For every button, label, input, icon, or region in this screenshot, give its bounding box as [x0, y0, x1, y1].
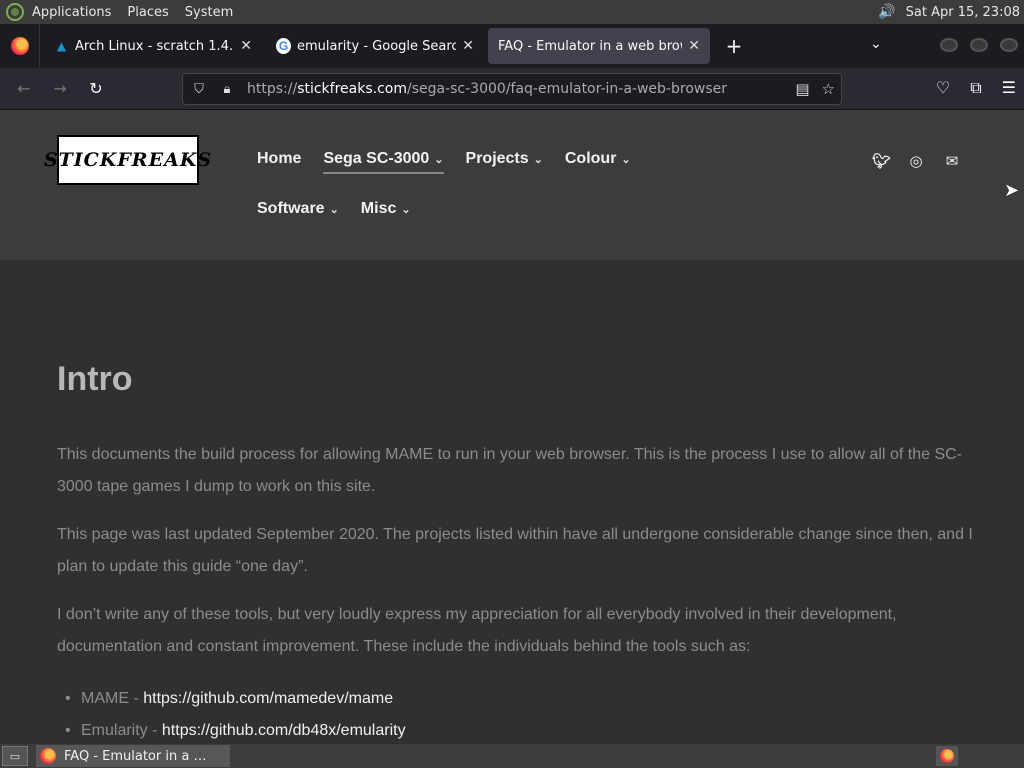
arch-icon: ▲: [56, 39, 67, 53]
window-controls: [940, 38, 1018, 52]
list-all-tabs-button[interactable]: ⌄: [870, 36, 882, 52]
tab-title: emularity - Google Search: [296, 38, 457, 54]
bookmark-star-icon[interactable]: ☆: [822, 80, 835, 98]
main-menu-row-1: Home Sega SC-3000 ⌄ Projects ⌄ Colour ⌄: [257, 150, 631, 174]
mame-link[interactable]: https://github.com/mamedev/mame: [143, 690, 393, 707]
tools-list: MAME - https://github.com/mamedev/mame E…: [57, 683, 977, 744]
menu-misc[interactable]: Misc ⌄: [361, 200, 411, 218]
workspace-switcher[interactable]: [936, 746, 958, 766]
panel-menus: Applications Places System: [32, 0, 249, 24]
article-content: Intro This documents the build process f…: [57, 360, 977, 744]
firefox-view-button[interactable]: [0, 24, 40, 68]
page-title: Intro: [57, 360, 133, 398]
close-tab-icon[interactable]: ✕: [240, 38, 252, 54]
toolbar-right: ♡ ⧉ ☰: [936, 78, 1016, 98]
app-menu-icon[interactable]: ☰: [1002, 78, 1016, 98]
tab-title: Arch Linux - scratch 1.4.0.7-: [74, 38, 234, 54]
menu-home[interactable]: Home: [257, 150, 301, 174]
chevron-down-icon: ⌄: [621, 154, 631, 166]
taskbar-window-firefox[interactable]: FAQ - Emulator in a …: [36, 745, 230, 767]
close-tab-icon[interactable]: ✕: [462, 38, 474, 54]
bottom-taskbar: ▭ FAQ - Emulator in a …: [0, 744, 1024, 768]
panel-tray: 🔊 Sat Apr 15, 23:08: [878, 0, 1020, 24]
menu-software[interactable]: Software ⌄: [257, 200, 339, 218]
reload-button[interactable]: ↻: [78, 79, 114, 98]
site-header: STICKFREAKS Home Sega SC-3000 ⌄ Projects ⌄…: [0, 110, 1024, 260]
url-bar[interactable]: ⛉ 🔒︎ https://stickfreaks.com/sega-sc-300…: [182, 73, 842, 105]
tab-arch-linux[interactable]: ▲ Arch Linux - scratch 1.4.0.7- ✕: [44, 28, 262, 64]
main-menu-row-2: Software ⌄ Misc ⌄: [257, 200, 411, 218]
chevron-down-icon: ⌄: [434, 154, 444, 166]
forward-button[interactable]: →: [42, 79, 78, 98]
shield-icon[interactable]: ⛉: [187, 82, 211, 97]
tab-google-search[interactable]: G emularity - Google Search ✕: [266, 28, 484, 64]
top-panel: Applications Places System 🔊 Sat Apr 15,…: [0, 0, 1024, 24]
chevron-down-icon: ⌄: [401, 204, 411, 216]
pocket-icon[interactable]: ♡: [936, 78, 950, 98]
firefox-icon: [40, 748, 56, 764]
paragraph: I don’t write any of these tools, but ve…: [57, 606, 897, 655]
volume-icon[interactable]: 🔊: [878, 3, 896, 21]
site-logo[interactable]: STICKFREAKS: [44, 135, 211, 185]
reader-view-icon[interactable]: ▤: [795, 80, 809, 98]
lock-icon[interactable]: 🔒︎: [215, 82, 239, 97]
applications-menu[interactable]: Applications: [32, 5, 111, 20]
tab-strip: ▲ Arch Linux - scratch 1.4.0.7- ✕ G emul…: [0, 24, 1024, 68]
places-menu[interactable]: Places: [127, 5, 168, 20]
menu-sega-sc-3000[interactable]: Sega SC-3000 ⌄: [323, 150, 444, 174]
maximize-button[interactable]: [970, 38, 988, 52]
minimize-button[interactable]: [940, 38, 958, 52]
back-button[interactable]: ←: [6, 79, 42, 98]
twitter-icon[interactable]: 🐦︎: [872, 152, 891, 170]
paragraph: This documents the build process for all…: [57, 446, 962, 495]
firefox-icon: [10, 37, 29, 55]
system-menu[interactable]: System: [185, 5, 233, 20]
web-page: STICKFREAKS Home Sega SC-3000 ⌄ Projects ⌄…: [0, 110, 1024, 744]
url-text[interactable]: https://stickfreaks.com/sega-sc-3000/faq…: [247, 81, 727, 97]
tab-faq-emulator[interactable]: FAQ - Emulator in a web browser ✕: [488, 28, 710, 64]
extensions-icon[interactable]: ⧉: [970, 78, 981, 98]
logo-text: STICKFREAKS: [43, 149, 213, 171]
gnome-foot-icon[interactable]: [6, 3, 24, 21]
chevron-down-icon: ⌄: [533, 154, 543, 166]
mouse-cursor-icon: ➤: [1004, 180, 1020, 201]
email-icon[interactable]: ✉: [944, 152, 960, 170]
social-links: 🐦︎ ◎ ✉: [872, 152, 960, 170]
new-tab-button[interactable]: +: [722, 34, 746, 58]
list-item: MAME - https://github.com/mamedev/mame: [57, 683, 977, 715]
tab-title: FAQ - Emulator in a web browser: [498, 38, 682, 54]
close-tab-icon[interactable]: ✕: [688, 38, 700, 54]
close-window-button[interactable]: [1000, 38, 1018, 52]
firefox-icon: [940, 749, 954, 763]
menu-projects[interactable]: Projects ⌄: [466, 150, 543, 174]
panel-clock[interactable]: Sat Apr 15, 23:08: [906, 5, 1020, 20]
show-desktop-icon[interactable]: ▭: [2, 746, 28, 766]
menu-colour[interactable]: Colour ⌄: [565, 150, 631, 174]
task-title: FAQ - Emulator in a …: [64, 748, 207, 764]
google-icon: G: [276, 38, 291, 54]
list-item: Emularity - https://github.com/db48x/emu…: [57, 715, 977, 744]
chevron-down-icon: ⌄: [329, 204, 339, 216]
instagram-icon[interactable]: ◎: [908, 152, 924, 170]
nav-bar: ← → ↻ ⛉ 🔒︎ https://stickfreaks.com/sega-…: [0, 68, 1024, 110]
paragraph: This page was last updated September 202…: [57, 526, 973, 575]
emularity-link[interactable]: https://github.com/db48x/emularity: [162, 722, 406, 739]
